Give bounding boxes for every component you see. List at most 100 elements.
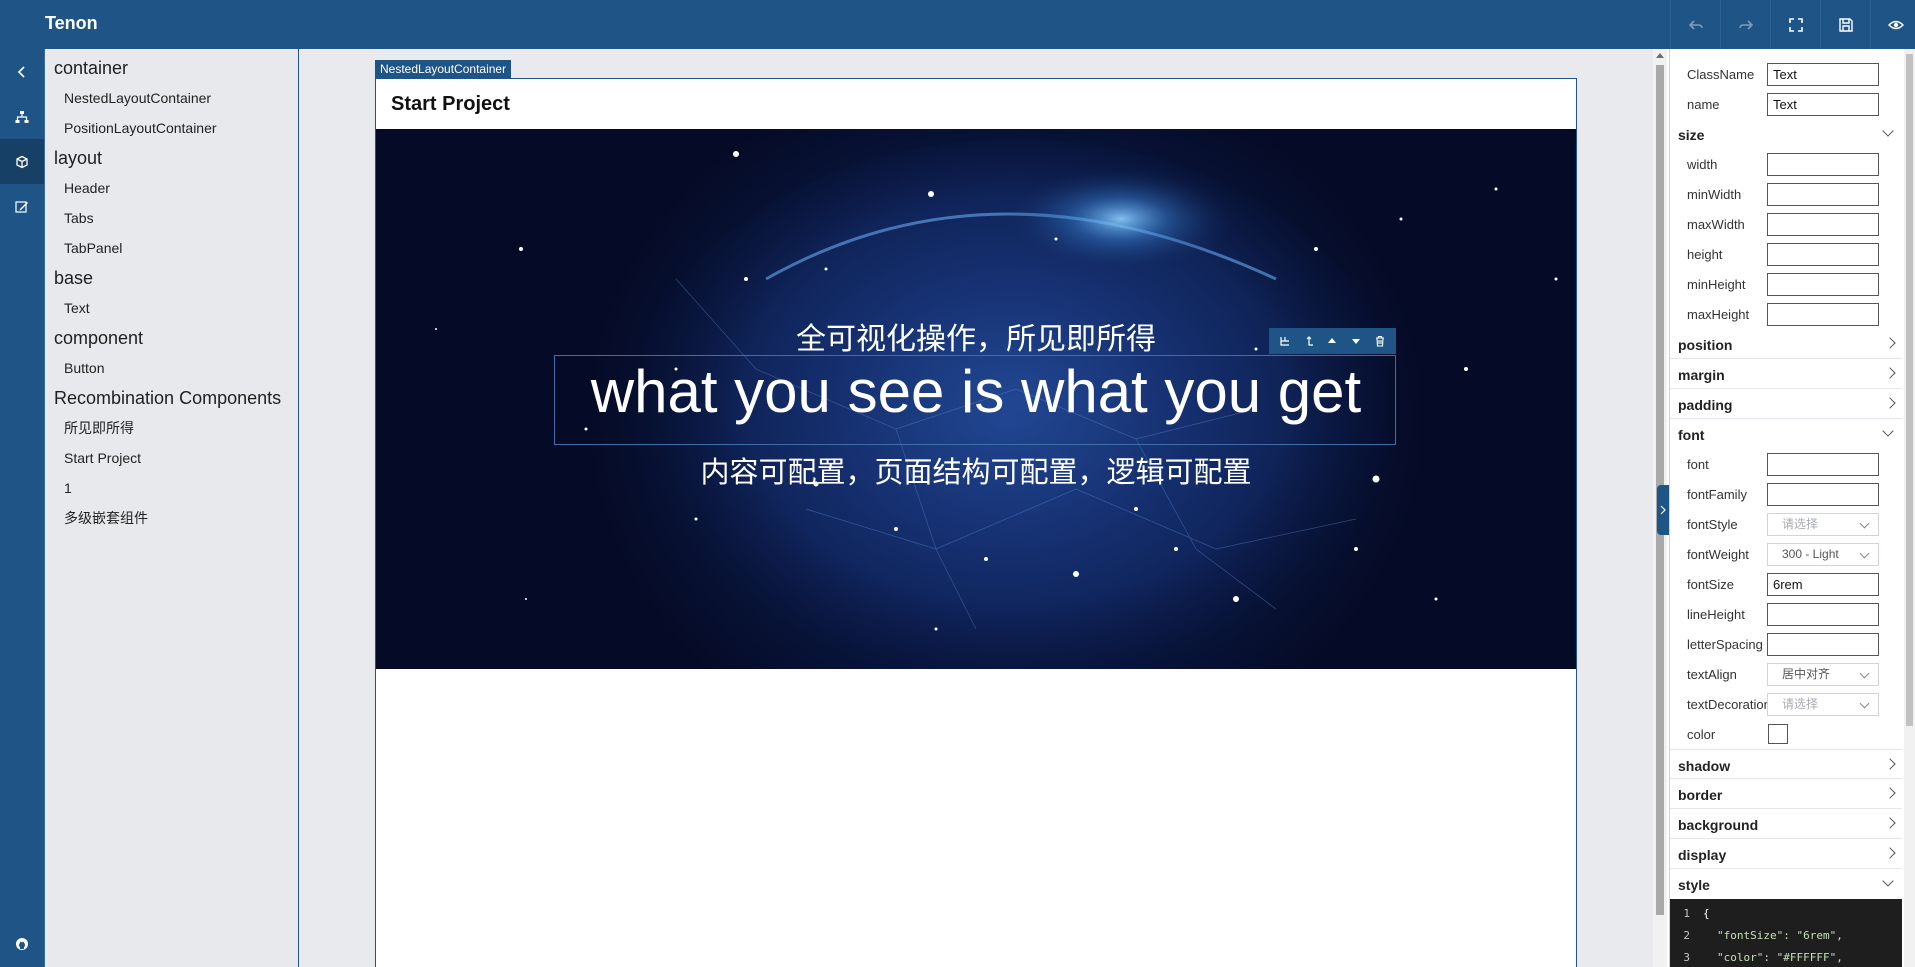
- textalign-select[interactable]: 居中对齐: [1767, 663, 1879, 686]
- chevron-down-icon: [1882, 425, 1894, 437]
- undo-icon: [1688, 19, 1703, 30]
- panel-scroll-thumb[interactable]: [1906, 54, 1913, 726]
- minwidth-input[interactable]: [1767, 183, 1879, 206]
- maxheight-input[interactable]: [1767, 303, 1879, 326]
- section-style[interactable]: style: [1670, 869, 1902, 899]
- minheight-input[interactable]: [1767, 273, 1879, 296]
- github-button[interactable]: [0, 921, 44, 966]
- preview-button[interactable]: [1870, 0, 1915, 49]
- tree-group-component[interactable]: component: [45, 323, 298, 353]
- section-display[interactable]: display: [1670, 839, 1902, 869]
- font-input[interactable]: [1767, 453, 1879, 476]
- move-up-button[interactable]: [1322, 331, 1342, 351]
- container-tag[interactable]: NestedLayoutContainer: [375, 60, 512, 78]
- hero-headline[interactable]: what you see is what you get: [376, 357, 1576, 426]
- section-margin[interactable]: margin: [1670, 359, 1902, 389]
- tree-item-wysiwyg[interactable]: 所见即所得: [45, 413, 298, 443]
- tree-group-container[interactable]: container: [45, 53, 298, 83]
- tree-group-base[interactable]: base: [45, 263, 298, 293]
- section-size[interactable]: size: [1670, 119, 1902, 149]
- style-code-editor[interactable]: 1 { 2 "fontSize": "6rem", 3 "color": "#F…: [1670, 899, 1902, 967]
- chevron-down-icon: [1859, 668, 1870, 679]
- chevron-right-icon: [1884, 367, 1896, 379]
- components-button[interactable]: [0, 139, 44, 184]
- fontsize-input[interactable]: 6rem: [1767, 573, 1879, 596]
- prop-maxwidth: maxWidth: [1670, 209, 1902, 239]
- tree-item-nested-components[interactable]: 多级嵌套组件: [45, 503, 298, 533]
- fontstyle-select[interactable]: 请选择: [1767, 513, 1879, 536]
- textdecoration-select[interactable]: 请选择: [1767, 693, 1879, 716]
- tree-item-header[interactable]: Header: [45, 173, 298, 203]
- section-font[interactable]: font: [1670, 419, 1902, 449]
- tree-group-layout[interactable]: layout: [45, 143, 298, 173]
- code-text: "fontSize": "6rem",: [1717, 929, 1843, 942]
- hero-banner[interactable]: 全可视化操作，所见即所得 what you see is what you ge…: [376, 129, 1576, 669]
- chevron-down-icon: [1859, 698, 1870, 709]
- select-parent-button[interactable]: [1275, 331, 1295, 351]
- prop-textalign: textAlign 居中对齐: [1670, 659, 1902, 689]
- code-line: 2 "fontSize": "6rem",: [1670, 925, 1902, 947]
- delete-button[interactable]: [1370, 331, 1390, 351]
- scroll-up-arrow-icon[interactable]: [1656, 53, 1664, 58]
- tree-item-nestedlayoutcontainer[interactable]: NestedLayoutContainer: [45, 83, 298, 113]
- components-box-icon: [16, 155, 28, 168]
- name-input[interactable]: Text: [1767, 93, 1879, 116]
- tree-item-tabs[interactable]: Tabs: [45, 203, 298, 233]
- tree-structure-button[interactable]: [0, 94, 44, 139]
- chevron-right-icon: [1884, 337, 1896, 349]
- hero-subtitle-bottom[interactable]: 内容可配置，页面结构可配置，逻辑可配置: [376, 449, 1576, 491]
- select-parent-icon: [1280, 337, 1289, 346]
- hero-subtitle-top[interactable]: 全可视化操作，所见即所得: [376, 314, 1576, 358]
- chevron-right-icon: [1884, 847, 1896, 859]
- prop-label: textAlign: [1687, 667, 1737, 682]
- page-title[interactable]: Start Project: [391, 93, 510, 116]
- classname-input[interactable]: Text: [1767, 63, 1879, 86]
- panel-scrollbar[interactable]: [1904, 49, 1915, 967]
- line-number: 3: [1683, 951, 1690, 964]
- prop-font: font: [1670, 449, 1902, 479]
- section-position[interactable]: position: [1670, 329, 1902, 359]
- edit-button[interactable]: [0, 184, 44, 229]
- fontfamily-input[interactable]: [1767, 483, 1879, 506]
- prop-name: name Text: [1670, 89, 1902, 119]
- move-down-button[interactable]: [1346, 331, 1366, 351]
- chevron-down-icon: [1882, 125, 1894, 137]
- section-title: shadow: [1678, 758, 1731, 774]
- fontweight-select[interactable]: 300 - Light: [1767, 543, 1879, 566]
- chevron-down-icon: [1859, 518, 1870, 529]
- textalign-value: 居中对齐: [1782, 667, 1831, 681]
- prop-maxheight: maxHeight: [1670, 299, 1902, 329]
- tree-item-text[interactable]: Text: [45, 293, 298, 323]
- tree-item-positionlayoutcontainer[interactable]: PositionLayoutContainer: [45, 113, 298, 143]
- letterspacing-input[interactable]: [1767, 633, 1879, 656]
- redo-button[interactable]: [1720, 0, 1770, 49]
- fullscreen-button[interactable]: [1770, 0, 1820, 49]
- lineheight-input[interactable]: [1767, 603, 1879, 626]
- collapse-left-icon: [17, 65, 25, 78]
- panel-collapse-handle[interactable]: [1657, 485, 1669, 535]
- tree-item-button[interactable]: Button: [45, 353, 298, 383]
- code-line: 1 {: [1670, 903, 1902, 925]
- tree-item-start-project[interactable]: Start Project: [45, 443, 298, 473]
- width-input[interactable]: [1767, 153, 1879, 176]
- tree-structure-icon: [15, 110, 29, 123]
- prop-label: font: [1687, 457, 1709, 472]
- section-background[interactable]: background: [1670, 809, 1902, 839]
- save-button[interactable]: [1820, 0, 1870, 49]
- move-out-button[interactable]: [1299, 331, 1319, 351]
- height-input[interactable]: [1767, 243, 1879, 266]
- move-up-icon: [1328, 338, 1337, 343]
- nested-layout-container[interactable]: Start Project 全可视化操作，所见即所得 what you see …: [375, 78, 1577, 967]
- section-border[interactable]: border: [1670, 779, 1902, 809]
- section-title: border: [1678, 787, 1723, 803]
- maxwidth-input[interactable]: [1767, 213, 1879, 236]
- undo-button[interactable]: [1670, 0, 1720, 49]
- code-text: {: [1703, 907, 1710, 920]
- section-padding[interactable]: padding: [1670, 389, 1902, 419]
- section-shadow[interactable]: shadow: [1670, 749, 1902, 779]
- tree-group-recombination[interactable]: Recombination Components: [45, 383, 298, 413]
- color-picker[interactable]: [1768, 724, 1788, 744]
- tree-item-tabpanel[interactable]: TabPanel: [45, 233, 298, 263]
- collapse-left-button[interactable]: [0, 49, 44, 94]
- tree-item-1[interactable]: 1: [45, 473, 298, 503]
